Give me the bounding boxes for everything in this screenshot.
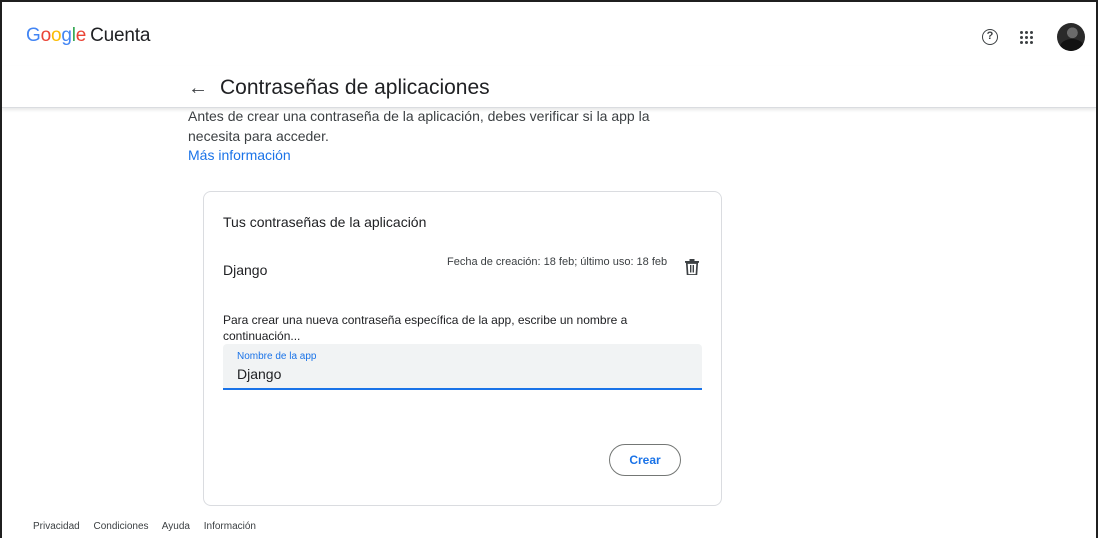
user-avatar[interactable] — [1057, 23, 1085, 51]
arrow-back-icon[interactable]: ← — [188, 78, 208, 98]
trash-icon[interactable] — [685, 259, 699, 275]
google-account-logo[interactable]: Google Cuenta — [26, 26, 150, 46]
top-app-bar: Google Cuenta ? — [2, 2, 1096, 66]
help-circle-icon[interactable]: ? — [982, 29, 998, 45]
apps-grid-icon[interactable] — [1020, 31, 1034, 45]
app-name-field[interactable]: Nombre de la app — [223, 344, 702, 390]
page-title: Contraseñas de aplicaciones — [220, 76, 490, 99]
footer-link-help[interactable]: Ayuda — [162, 521, 190, 532]
footer: Privacidad Condiciones Ayuda Información — [33, 521, 267, 533]
footer-link-terms[interactable]: Condiciones — [93, 521, 148, 532]
logo-letter: o — [50, 25, 62, 46]
app-name-input[interactable] — [237, 365, 677, 383]
more-info-link[interactable]: Más información — [188, 146, 291, 164]
page-header: ← Contraseñas de aplicaciones — [2, 66, 1096, 108]
logo-product-name: Cuenta — [90, 25, 151, 46]
intro-text: Antes de crear una contraseña de la apli… — [188, 108, 650, 144]
logo-letter: o — [40, 25, 52, 46]
logo-letter: g — [61, 25, 72, 46]
password-name: Django — [223, 262, 268, 278]
logo-letter: e — [75, 25, 87, 46]
card-title: Tus contraseñas de la aplicación — [223, 214, 427, 230]
footer-link-about[interactable]: Información — [204, 521, 256, 532]
footer-link-privacy[interactable]: Privacidad — [33, 521, 80, 532]
create-hint: Para crear una nueva contraseña específi… — [223, 313, 628, 343]
logo-letter: G — [26, 25, 41, 46]
create-button[interactable]: Crear — [609, 444, 681, 476]
app-passwords-card: Tus contraseñas de la aplicación Django … — [203, 191, 722, 506]
app-name-label: Nombre de la app — [237, 351, 317, 362]
password-meta: Fecha de creación: 18 feb; último uso: 1… — [447, 256, 668, 268]
